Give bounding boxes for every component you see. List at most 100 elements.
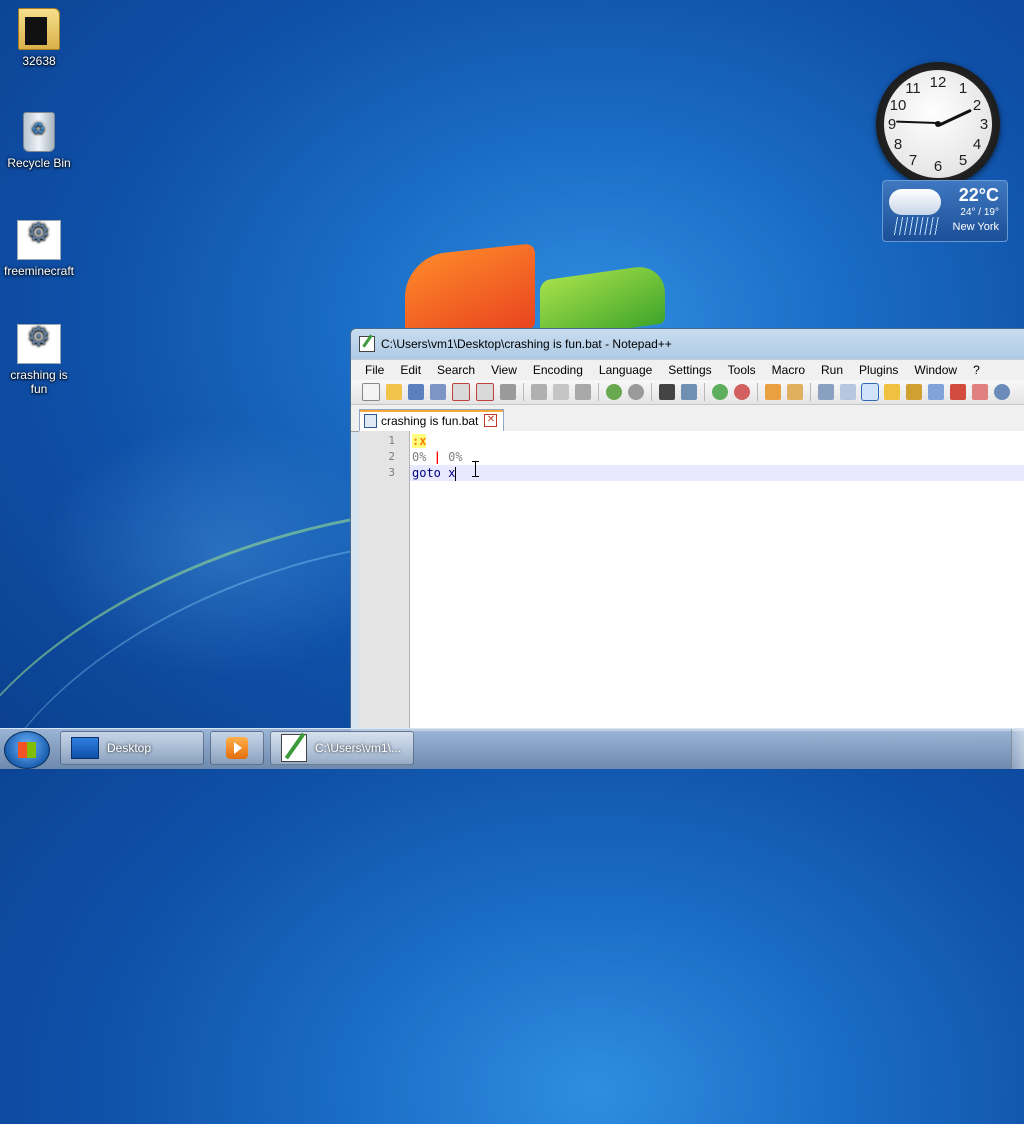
code-area[interactable]: :x 0% | 0% goto x [410, 431, 1024, 731]
function-list-icon[interactable] [928, 384, 944, 400]
zoom-out-icon[interactable] [734, 384, 750, 400]
notepadpp-icon [281, 734, 307, 762]
ibeam-cursor-icon [472, 461, 479, 477]
window-titlebar[interactable]: C:\Users\vm1\Desktop\crashing is fun.bat… [351, 329, 1024, 359]
desktop-icon-freeminecraft[interactable]: freeminecraft [1, 220, 77, 278]
desktop-icon-recycle-bin[interactable]: Recycle Bin [1, 112, 77, 170]
menu-window[interactable]: Window [906, 363, 965, 377]
close-all-icon[interactable] [476, 383, 494, 401]
desktop-icon-label: 32638 [22, 54, 56, 68]
desktop-icon-32638[interactable]: 32638 [1, 8, 77, 68]
clock-number: 12 [929, 74, 947, 91]
taskbar-item-desktop[interactable]: Desktop [60, 731, 204, 765]
clock-center [935, 121, 941, 127]
code-line[interactable]: :x [410, 433, 1024, 449]
find-icon[interactable] [659, 384, 675, 400]
clock-number: 3 [979, 116, 989, 133]
weather-range: 24° / 19° [960, 207, 999, 218]
record-macro-icon[interactable] [972, 384, 988, 400]
menu-language[interactable]: Language [591, 363, 660, 377]
notepadpp-window[interactable]: C:\Users\vm1\Desktop\crashing is fun.bat… [350, 328, 1024, 732]
start-button[interactable] [4, 731, 50, 769]
clock-number: 6 [933, 158, 943, 175]
menu-view[interactable]: View [483, 363, 525, 377]
print-icon[interactable] [500, 384, 516, 400]
tab-close-icon[interactable]: ✕ [484, 414, 498, 427]
sync-vertical-icon[interactable] [765, 384, 781, 400]
rain-cloud-icon [889, 189, 941, 215]
taskbar-item-notepadpp[interactable]: C:\Users\vm1\... [270, 731, 414, 765]
batch-goto-target: x [448, 466, 456, 480]
menu-edit[interactable]: Edit [392, 363, 429, 377]
clock-number: 4 [972, 136, 982, 153]
line-number: 1 [388, 434, 395, 447]
clock-number: 8 [893, 136, 903, 153]
document-map-icon[interactable] [906, 384, 922, 400]
copy-icon[interactable] [553, 384, 569, 400]
show-desktop-button[interactable] [1011, 729, 1024, 769]
paste-icon[interactable] [575, 384, 591, 400]
editor[interactable]: 1 2 3 :x 0% | 0% goto x [359, 431, 1024, 731]
menu-settings[interactable]: Settings [660, 363, 719, 377]
clock-face: 12 1 2 3 4 5 6 7 8 9 10 11 [884, 70, 992, 178]
word-wrap-icon[interactable] [818, 384, 834, 400]
weather-temperature: 22°C [958, 185, 999, 205]
save-all-icon[interactable] [430, 384, 446, 400]
clock-number: 11 [905, 80, 921, 97]
open-file-icon[interactable] [386, 384, 402, 400]
clock-hour-hand [938, 108, 972, 127]
batch-keyword: goto [412, 466, 441, 480]
text-caret [455, 466, 457, 481]
menu-macro[interactable]: Macro [764, 363, 813, 377]
menu-search[interactable]: Search [429, 363, 483, 377]
desktop-icon [71, 737, 99, 759]
view-icon[interactable] [994, 384, 1010, 400]
rain-icon [893, 217, 939, 235]
clock-gadget[interactable]: 12 1 2 3 4 5 6 7 8 9 10 11 [876, 62, 1000, 186]
menu-file[interactable]: File [357, 363, 392, 377]
code-line-current[interactable]: goto x [410, 465, 1024, 481]
weather-gadget[interactable]: 22°C 24° / 19° New York [882, 180, 1008, 242]
toolbar [351, 380, 1024, 405]
taskbar-item-label: C:\Users\vm1\... [315, 741, 402, 755]
menu-encoding[interactable]: Encoding [525, 363, 591, 377]
weather-city: New York [952, 221, 999, 233]
sync-horizontal-icon[interactable] [787, 384, 803, 400]
show-all-chars-icon[interactable] [840, 384, 856, 400]
taskbar-item-media-player[interactable] [210, 731, 264, 765]
batch-label: :x [412, 434, 427, 448]
toolbar-separator [598, 383, 599, 401]
code-line[interactable]: 0% | 0% [410, 449, 1024, 465]
menu-help[interactable]: ? [965, 363, 988, 377]
desktop-icon-label: Recycle Bin [7, 156, 71, 170]
taskbar: Desktop C:\Users\vm1\... [0, 728, 1024, 769]
clock-minute-hand [896, 120, 939, 124]
media-player-icon [226, 737, 248, 759]
desktop-icon-label: freeminecraft [3, 264, 75, 278]
clock-number: 7 [908, 152, 918, 169]
menu-plugins[interactable]: Plugins [851, 363, 906, 377]
indent-guide-icon[interactable] [861, 383, 879, 401]
clock-number: 9 [887, 116, 897, 133]
redo-icon[interactable] [628, 384, 644, 400]
new-file-icon[interactable] [362, 383, 380, 401]
clock-number: 5 [958, 152, 968, 169]
desktop-icon-label: crashing is fun [10, 368, 68, 396]
batch-variable: 0% [412, 450, 427, 464]
desktop-icon-crashing-is-fun[interactable]: crashing is fun [1, 324, 77, 396]
tab-crashing-is-fun[interactable]: crashing is fun.bat ✕ [359, 409, 505, 431]
cut-icon[interactable] [531, 384, 547, 400]
user-language-icon[interactable] [884, 384, 900, 400]
menu-tools[interactable]: Tools [720, 363, 764, 377]
save-icon[interactable] [408, 384, 424, 400]
zoom-in-icon[interactable] [712, 384, 728, 400]
close-icon[interactable] [452, 383, 470, 401]
folder-workspace-icon[interactable] [950, 384, 966, 400]
menu-run[interactable]: Run [813, 363, 851, 377]
line-number: 3 [388, 466, 395, 479]
toolbar-separator [810, 383, 811, 401]
replace-icon[interactable] [681, 384, 697, 400]
taskbar-item-label: Desktop [107, 741, 152, 755]
undo-icon[interactable] [606, 384, 622, 400]
file-icon [364, 413, 377, 428]
